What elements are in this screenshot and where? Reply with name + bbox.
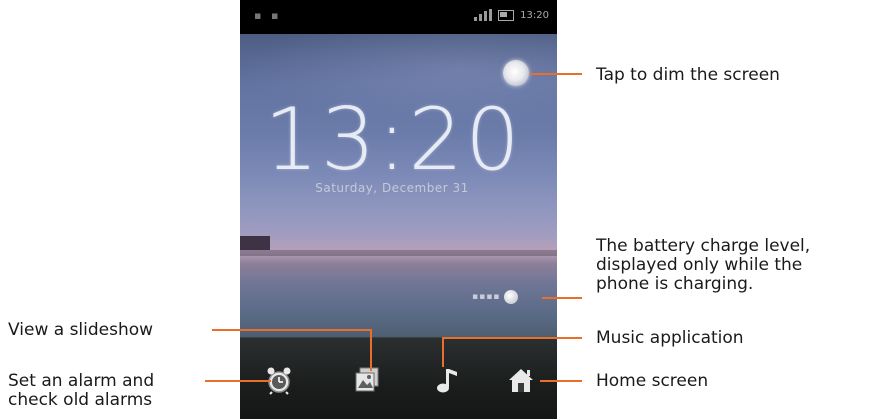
dim-screen-button[interactable] xyxy=(503,60,529,86)
signal-icon xyxy=(474,9,493,21)
callout-dim-screen: Tap to dim the screen xyxy=(596,65,780,85)
slideshow-callout-line xyxy=(212,329,372,331)
callout-alarm-line1: Set an alarm and xyxy=(8,371,155,391)
dock-bar xyxy=(240,337,557,419)
callout-battery-line2: displayed only while the xyxy=(596,255,803,275)
callout-music: Music application xyxy=(596,328,744,348)
dim-callout-line xyxy=(530,73,582,75)
status-time: 13:20 xyxy=(520,9,549,21)
clock-time: 13:20 xyxy=(264,90,522,190)
music-note-icon[interactable] xyxy=(432,365,462,395)
callout-battery-line1: The battery charge level, xyxy=(596,236,811,256)
callout-alarm: Set an alarm and check old alarms xyxy=(8,372,154,410)
battery-callout-line xyxy=(542,297,582,299)
music-callout-line xyxy=(442,337,582,339)
alarm-callout-line xyxy=(205,380,271,382)
callout-home: Home screen xyxy=(596,371,709,391)
music-callout-vline xyxy=(442,337,444,367)
phone-screen: ▪ ▪ 13:20 13:20 Saturday, December 31 ▪▪… xyxy=(240,0,557,419)
pier-silhouette xyxy=(240,236,270,250)
battery-dots: ▪▪▪▪ xyxy=(472,292,501,302)
status-bar: ▪ ▪ 13:20 xyxy=(240,0,557,34)
battery-icon xyxy=(498,9,515,21)
callout-battery-line3: phone is charging. xyxy=(596,274,754,294)
callout-battery: The battery charge level, displayed only… xyxy=(596,237,810,294)
battery-charge-indicator: ▪▪▪▪ xyxy=(472,290,519,304)
page: ▪ ▪ 13:20 13:20 Saturday, December 31 ▪▪… xyxy=(0,0,877,419)
status-right: 13:20 xyxy=(474,9,549,21)
home-icon[interactable] xyxy=(506,365,536,395)
notification-icons: ▪ ▪ xyxy=(254,9,282,22)
callout-slideshow: View a slideshow xyxy=(8,320,154,340)
callout-alarm-line2: check old alarms xyxy=(8,390,153,410)
horizon-band xyxy=(240,250,557,256)
slideshow-icon[interactable] xyxy=(352,365,382,395)
clock-date: Saturday, December 31 xyxy=(315,181,469,195)
home-callout-line xyxy=(540,380,582,382)
battery-knob-icon xyxy=(504,290,519,304)
slideshow-callout-vline xyxy=(370,329,372,371)
